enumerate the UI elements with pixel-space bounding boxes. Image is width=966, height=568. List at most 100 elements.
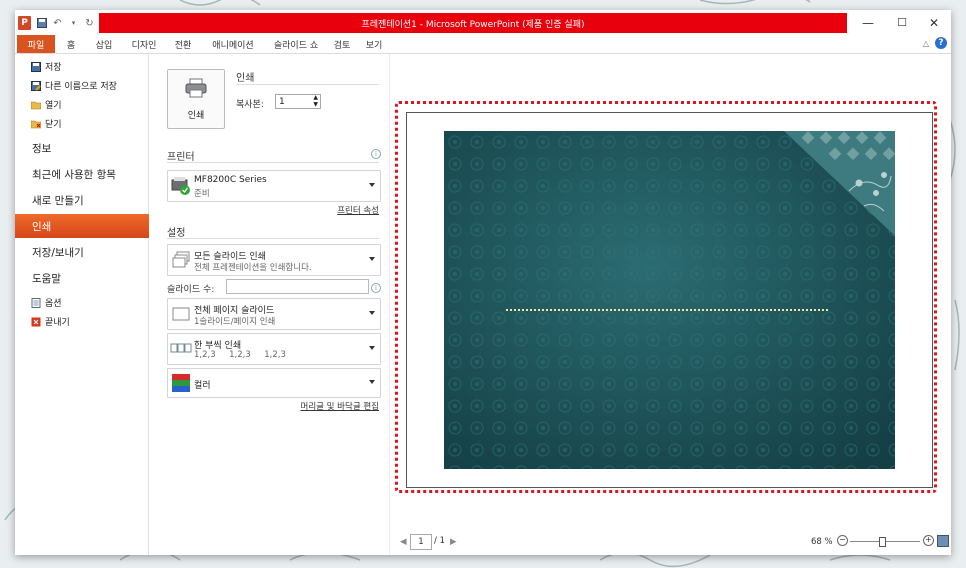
undo-icon[interactable]: ↶ (52, 18, 63, 29)
nav-options-label: 옵션 (45, 299, 62, 309)
print-title: 인쇄 (236, 73, 255, 84)
tab-review[interactable]: 검토 (329, 35, 355, 53)
slides-input[interactable] (226, 279, 369, 294)
tab-view[interactable]: 보기 (361, 35, 387, 53)
all-slides-icon (172, 251, 190, 268)
chevron-down-icon (369, 183, 375, 187)
backstage-nav: 저장 다른 이름으로 저장 열기 닫기 정보 최근에 사용한 항목 새로 만들기… (15, 54, 153, 555)
nav-print[interactable]: 인쇄 (15, 214, 153, 238)
page-total: / 1 (434, 536, 445, 546)
ribbon-help-area: △ ? (923, 37, 947, 49)
nav-open-label: 열기 (45, 101, 62, 111)
undo-dropdown-icon[interactable]: ▾ (68, 18, 79, 29)
copies-spinner-icon[interactable]: ▲ ▼ (313, 94, 318, 108)
tab-insert[interactable]: 삽입 (89, 35, 119, 53)
copies-input[interactable]: 1 ▲ ▼ (275, 94, 321, 109)
printer-dropdown[interactable]: MF8200C Series 준비 (167, 170, 381, 202)
zoom-slider-thumb[interactable] (878, 537, 886, 547)
divider (236, 84, 379, 85)
fit-to-window-icon[interactable] (937, 535, 949, 547)
help-icon[interactable]: ? (935, 37, 947, 49)
printer-name: MF8200C Series (194, 175, 267, 185)
printer-status: 준비 (194, 189, 210, 199)
nav-close-label: 닫기 (45, 120, 62, 130)
nav-save-as[interactable]: 다른 이름으로 저장 (31, 79, 117, 92)
divider (167, 238, 379, 239)
tab-transitions[interactable]: 전환 (169, 35, 197, 53)
close-button[interactable]: ✕ (917, 10, 951, 35)
print-range-desc: 전체 프레젠테이션을 인쇄합니다. (194, 263, 312, 273)
zoom-slider[interactable] (850, 537, 920, 547)
tab-animations[interactable]: 애니메이션 (204, 35, 262, 53)
collate-desc: 1,2,3 1,2,3 1,2,3 (194, 350, 286, 360)
printer-info-icon[interactable]: i (371, 149, 381, 159)
nav-save-label: 저장 (45, 63, 62, 73)
divider (167, 162, 379, 163)
open-folder-icon (31, 101, 41, 109)
title-bar: P ↶ ▾ ↻ |▾ 프레젠테이션1 - Microsoft PowerPoin… (15, 10, 951, 35)
collate-icon (170, 343, 192, 353)
print-button-label: 인쇄 (187, 111, 205, 121)
nav-info[interactable]: 정보 (15, 136, 148, 160)
print-settings-panel: 인쇄 인쇄 복사본: 1 ▲ ▼ 프린터 i MF8200C Series 준비 … (149, 54, 390, 555)
print-button[interactable]: 인쇄 (167, 69, 225, 129)
chevron-down-icon (369, 346, 375, 350)
print-range-dropdown[interactable]: 모든 슬라이드 인쇄 전체 프레젠테이션을 인쇄합니다. (167, 244, 381, 276)
printer-ready-icon (171, 177, 190, 195)
save-as-icon (31, 80, 41, 91)
zoom-in-icon[interactable]: + (923, 535, 934, 546)
nav-open[interactable]: 열기 (31, 98, 62, 111)
layout-dropdown[interactable]: 전체 페이지 슬라이드 1슬라이드/페이지 인쇄 (167, 298, 381, 330)
powerpoint-window: P ↶ ▾ ↻ |▾ 프레젠테이션1 - Microsoft PowerPoin… (15, 10, 951, 555)
exit-icon (31, 317, 41, 326)
nav-new[interactable]: 새로 만들기 (15, 188, 148, 212)
redo-icon[interactable]: ↻ (84, 18, 95, 29)
color-dropdown[interactable]: 컬러 (167, 368, 381, 398)
chevron-down-icon (369, 380, 375, 384)
printer-properties-link[interactable]: 프린터 속성 (337, 204, 379, 216)
prev-page-icon[interactable]: ◀ (400, 537, 407, 547)
tab-home[interactable]: 홈 (60, 35, 82, 53)
next-page-icon[interactable]: ▶ (450, 537, 457, 547)
nav-recent[interactable]: 최근에 사용한 항목 (15, 162, 148, 186)
save-icon[interactable] (36, 18, 47, 29)
chevron-down-icon (369, 257, 375, 261)
color-icon (172, 374, 190, 392)
preview-status-bar: ◀ 1 / 1 ▶ 68 % − + (390, 532, 951, 554)
save-icon (31, 61, 41, 72)
nav-options[interactable]: 옵션 (31, 296, 62, 309)
nav-exit[interactable]: 끝내기 (31, 315, 70, 328)
options-icon (31, 297, 41, 308)
minimize-button[interactable]: — (851, 10, 885, 35)
chevron-down-icon (369, 311, 375, 315)
nav-save[interactable]: 저장 (31, 60, 62, 73)
minimize-ribbon-icon[interactable]: △ (923, 39, 929, 48)
printer-section-title: 프린터 (167, 152, 195, 163)
close-folder-icon (31, 120, 41, 128)
color-title: 컬러 (194, 381, 211, 391)
slides-label: 슬라이드 수: (167, 285, 215, 295)
tab-slide-show[interactable]: 슬라이드 쇼 (269, 35, 323, 53)
settings-section-title: 설정 (167, 228, 186, 239)
slide-preview (444, 131, 895, 469)
tab-design[interactable]: 디자인 (126, 35, 162, 53)
printer-icon (185, 78, 207, 98)
nav-save-send[interactable]: 저장/보내기 (15, 240, 148, 264)
copies-label: 복사본: (236, 100, 264, 110)
window-title: 프레젠테이션1 - Microsoft PowerPoint (제품 인증 실패… (99, 13, 847, 33)
print-preview-pane: ◀ 1 / 1 ▶ 68 % − + (390, 54, 951, 555)
copies-value: 1 (279, 97, 285, 107)
zoom-out-icon[interactable]: − (837, 535, 848, 546)
nav-close[interactable]: 닫기 (31, 117, 62, 130)
tab-file[interactable]: 파일 (17, 35, 55, 53)
ribbon-tabs: 파일 홈 삽입 디자인 전환 애니메이션 슬라이드 쇼 검토 보기 △ ? (15, 35, 951, 54)
collate-dropdown[interactable]: 한 부씩 인쇄 1,2,3 1,2,3 1,2,3 (167, 333, 381, 365)
powerpoint-app-icon[interactable]: P (18, 16, 31, 30)
full-page-slide-icon (172, 307, 190, 321)
slides-info-icon[interactable]: i (371, 283, 381, 293)
header-footer-link[interactable]: 머리글 및 바닥글 편집 (301, 400, 380, 412)
maximize-button[interactable]: ☐ (885, 10, 919, 35)
nav-help[interactable]: 도움말 (15, 266, 148, 290)
nav-save-as-label: 다른 이름으로 저장 (45, 82, 117, 92)
page-number-input[interactable]: 1 (410, 534, 432, 550)
